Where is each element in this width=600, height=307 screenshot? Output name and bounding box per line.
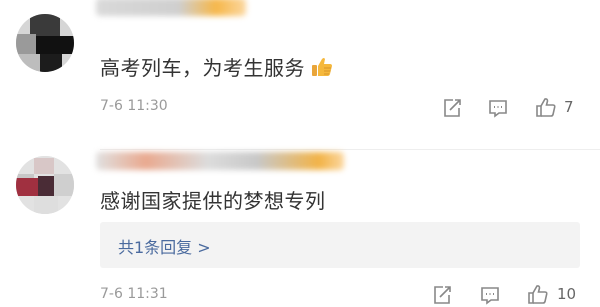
like-button[interactable] bbox=[526, 283, 550, 307]
view-replies-link[interactable]: 共1条回复 > bbox=[118, 234, 211, 258]
comment-button[interactable] bbox=[486, 96, 510, 120]
comment-icon bbox=[481, 287, 499, 305]
username-blurred[interactable] bbox=[96, 0, 246, 16]
comment-actions: 7 bbox=[440, 96, 580, 120]
comment-button[interactable] bbox=[478, 283, 502, 307]
thumbs-up-icon bbox=[536, 98, 556, 117]
comment-item: 感谢国家提供的梦想专列 共1条回复 > 7-6 11:31 10 bbox=[0, 150, 600, 307]
comment-text: 高考列车，为考生服务 bbox=[100, 52, 333, 81]
replies-box: 共1条回复 > bbox=[100, 222, 580, 268]
avatar[interactable] bbox=[16, 156, 74, 214]
share-button[interactable] bbox=[430, 283, 454, 307]
share-icon bbox=[434, 286, 451, 304]
comment-icon bbox=[489, 100, 507, 118]
comment-item: 高考列车，为考生服务 7-6 11:30 7 bbox=[0, 0, 600, 150]
share-button[interactable] bbox=[440, 96, 464, 120]
comment-actions: 10 bbox=[434, 283, 580, 307]
like-count: 7 bbox=[564, 98, 574, 116]
avatar[interactable] bbox=[16, 14, 74, 72]
thumbs-up-emoji bbox=[312, 58, 332, 76]
comment-text-body: 高考列车，为考生服务 bbox=[100, 56, 305, 80]
thumbs-up-icon bbox=[528, 285, 548, 304]
comment-text: 感谢国家提供的梦想专列 bbox=[100, 189, 326, 213]
share-icon bbox=[444, 99, 461, 117]
like-button[interactable] bbox=[534, 96, 558, 120]
comment-time: 7-6 11:31 bbox=[100, 286, 168, 302]
like-count: 10 bbox=[557, 285, 577, 303]
username-blurred[interactable] bbox=[96, 152, 344, 170]
comment-time: 7-6 11:30 bbox=[100, 98, 168, 114]
